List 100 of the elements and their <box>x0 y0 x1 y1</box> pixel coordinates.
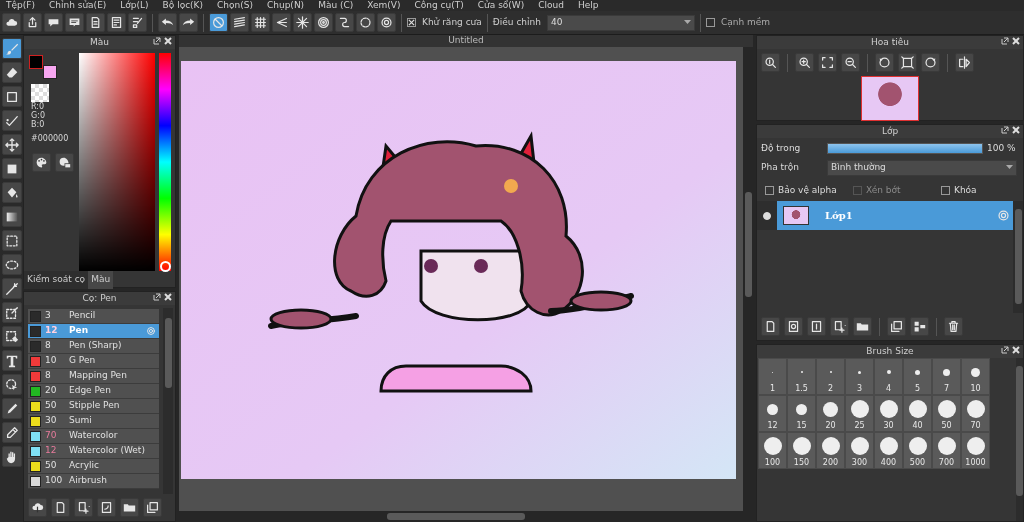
duplicate-button[interactable] <box>887 317 906 336</box>
add-layer-button[interactable] <box>830 317 849 336</box>
brush-list-item[interactable]: 3 Pencil <box>28 309 159 324</box>
brush-size-option[interactable]: 1.5 <box>787 358 816 395</box>
add-layer-button[interactable] <box>74 498 93 517</box>
brush-list-item[interactable]: 8 Mapping Pen <box>28 369 159 384</box>
rotate-right-button[interactable] <box>921 53 940 72</box>
folder-button[interactable] <box>853 317 872 336</box>
cloud-upload-button[interactable] <box>28 498 47 517</box>
selection-pen-button[interactable] <box>1 302 22 323</box>
brush-list-item[interactable]: 100 Airbrush <box>28 474 159 489</box>
brush-size-option[interactable]: 5 <box>903 358 932 395</box>
brush-size-option[interactable]: 100 <box>758 432 787 469</box>
visibility-toggle[interactable] <box>763 211 771 220</box>
checkbox[interactable] <box>765 185 774 195</box>
close-icon[interactable] <box>1012 37 1020 45</box>
trash-button[interactable] <box>944 317 963 336</box>
scrollbar[interactable] <box>1013 201 1023 313</box>
brush-size-option[interactable]: 25 <box>845 395 874 432</box>
speech-bubble-button[interactable] <box>44 13 63 32</box>
brush-size-option[interactable]: 150 <box>787 432 816 469</box>
brush-button[interactable] <box>1 38 22 59</box>
concentric-circles-button[interactable] <box>314 13 333 32</box>
menu-item[interactable]: Xem(V) <box>367 0 401 10</box>
circle-button[interactable] <box>356 13 375 32</box>
brush-list-item[interactable]: 10 G Pen <box>28 354 159 369</box>
eyedropper-button[interactable] <box>1 422 22 443</box>
menu-item[interactable]: Cửa sổ(W) <box>477 0 525 10</box>
close-icon[interactable] <box>164 37 172 45</box>
menu-item[interactable]: Tệp(F) <box>6 0 35 10</box>
menu-item[interactable]: Chụp(N) <box>266 0 305 10</box>
fill-square-button[interactable] <box>1 158 22 179</box>
share-button[interactable] <box>23 13 42 32</box>
brush-size-option[interactable]: 12 <box>758 395 787 432</box>
vanishing-point-button[interactable] <box>272 13 291 32</box>
rotation-reset-button[interactable] <box>898 53 917 72</box>
brush-size-option[interactable]: 700 <box>932 432 961 469</box>
brush-size-option[interactable]: 15 <box>787 395 816 432</box>
menu-item[interactable]: Chọn(S) <box>217 0 253 10</box>
halftone-layer-button[interactable] <box>807 317 826 336</box>
foreground-color-swatch[interactable] <box>29 55 43 69</box>
brush-list-item[interactable]: 30 Sumi <box>28 414 159 429</box>
panel-tab[interactable]: Kiểm soát cọ <box>24 271 89 289</box>
close-icon[interactable] <box>164 293 172 301</box>
blend-mode-dropdown[interactable]: Bình thường <box>827 159 1017 176</box>
brush-size-option[interactable]: 1000 <box>961 432 990 469</box>
undo-button[interactable] <box>158 13 177 32</box>
color-picker-square[interactable] <box>78 53 155 271</box>
eraser-button[interactable] <box>1 62 22 83</box>
settings-button[interactable] <box>377 13 396 32</box>
rotate-left-button[interactable] <box>875 53 894 72</box>
lasso-button[interactable] <box>1 254 22 275</box>
text-button[interactable] <box>1 350 22 371</box>
brush-size-option[interactable]: 70 <box>961 395 990 432</box>
brush-size-option[interactable]: 10 <box>961 358 990 395</box>
brush-list-item[interactable]: 70 Watercolor <box>28 429 159 444</box>
undock-icon[interactable] <box>1001 346 1009 354</box>
close-icon[interactable] <box>1012 126 1020 134</box>
adjust-dropdown[interactable]: 40 <box>547 14 695 31</box>
menu-item[interactable]: Help <box>578 0 599 10</box>
scrollbar[interactable] <box>1016 358 1023 521</box>
palette-list-button[interactable] <box>55 153 74 172</box>
undock-icon[interactable] <box>153 37 161 45</box>
square-button[interactable] <box>1 86 22 107</box>
dot-pen-button[interactable] <box>1 110 22 131</box>
brush-document-button[interactable] <box>97 498 116 517</box>
brush-size-option[interactable]: 200 <box>816 432 845 469</box>
brush-size-option[interactable]: 400 <box>874 432 903 469</box>
new-layer-button[interactable] <box>761 317 780 336</box>
brush-list-item[interactable]: 8 Pen (Sharp) <box>28 339 159 354</box>
duplicate-button[interactable] <box>143 498 162 517</box>
undock-icon[interactable] <box>1001 126 1009 134</box>
zoom-actual-button[interactable] <box>761 53 780 72</box>
fit-screen-button[interactable] <box>818 53 837 72</box>
brush-list-item[interactable]: 12 Watercolor (Wet) <box>28 444 159 459</box>
hand-button[interactable] <box>1 446 22 467</box>
new-layer-button[interactable] <box>51 498 70 517</box>
cloud-button[interactable] <box>2 13 21 32</box>
document-button[interactable] <box>86 13 105 32</box>
brush-size-option[interactable]: 300 <box>845 432 874 469</box>
menu-item[interactable]: Màu (C) <box>318 0 354 10</box>
edit-document-button[interactable] <box>128 13 147 32</box>
close-icon[interactable] <box>1012 346 1020 354</box>
menu-item[interactable]: Cloud <box>538 0 564 10</box>
snap-off-button[interactable] <box>209 13 228 32</box>
pen-nib-button[interactable] <box>1 398 22 419</box>
zoom-in-button[interactable] <box>795 53 814 72</box>
checkbox[interactable] <box>407 18 416 27</box>
brush-list-item[interactable]: 50 Acrylic <box>28 459 159 474</box>
scrollbar[interactable] <box>743 47 753 511</box>
comment-button[interactable] <box>65 13 84 32</box>
menu-item[interactable]: Công cụ(T) <box>414 0 464 10</box>
curve-button[interactable] <box>335 13 354 32</box>
brush-size-option[interactable]: 7 <box>932 358 961 395</box>
folder-button[interactable] <box>120 498 139 517</box>
brush-size-option[interactable]: 40 <box>903 395 932 432</box>
brush-list-item[interactable]: 20 Edge Pen <box>28 384 159 399</box>
transparent-swatch[interactable] <box>31 84 49 102</box>
parallel-lines-button[interactable] <box>230 13 249 32</box>
magic-wand-button[interactable] <box>1 278 22 299</box>
